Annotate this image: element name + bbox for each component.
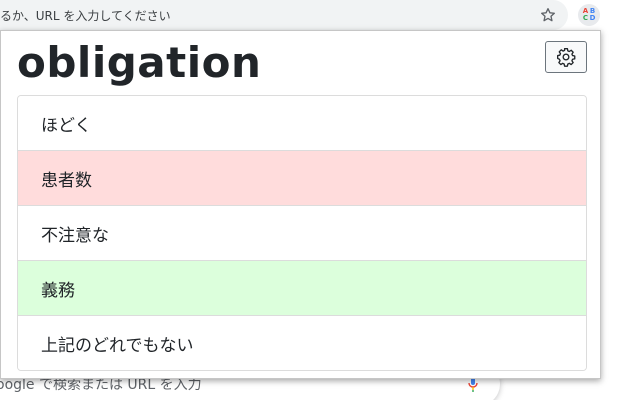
gear-icon: [557, 48, 576, 67]
extension-letter-d: D: [589, 14, 596, 22]
answer-option-correct[interactable]: 義務: [18, 261, 586, 316]
address-bar[interactable]: るか、URL を入力してください: [0, 0, 568, 30]
answer-option-label: 上記のどれでもない: [41, 335, 194, 356]
answer-option[interactable]: 不注意な: [18, 206, 586, 261]
extension-letter-c: C: [582, 14, 589, 22]
answer-list: ほどく 患者数 不注意な 義務 上記のどれでもない: [17, 95, 587, 371]
answer-option[interactable]: ほどく: [18, 96, 586, 151]
vocab-quiz-popup: obligation ほどく 患者数 不注意な 義務 上記のどれでもない: [0, 30, 601, 379]
answer-option-label: ほどく: [41, 115, 92, 136]
answer-option[interactable]: 上記のどれでもない: [18, 316, 586, 370]
answer-option-label: 患者数: [41, 170, 92, 191]
extension-icon[interactable]: A B C D: [578, 4, 600, 26]
address-bar-placeholder: るか、URL を入力してください: [0, 8, 171, 23]
quiz-word: obligation: [17, 38, 262, 87]
star-icon[interactable]: [538, 5, 558, 25]
answer-option-wrong[interactable]: 患者数: [18, 151, 586, 206]
page: るか、URL を入力してください A B C D oogle で検索または UR…: [0, 0, 640, 400]
answer-option-label: 不注意な: [41, 225, 109, 246]
answer-option-label: 義務: [41, 280, 75, 301]
settings-button[interactable]: [545, 41, 587, 73]
